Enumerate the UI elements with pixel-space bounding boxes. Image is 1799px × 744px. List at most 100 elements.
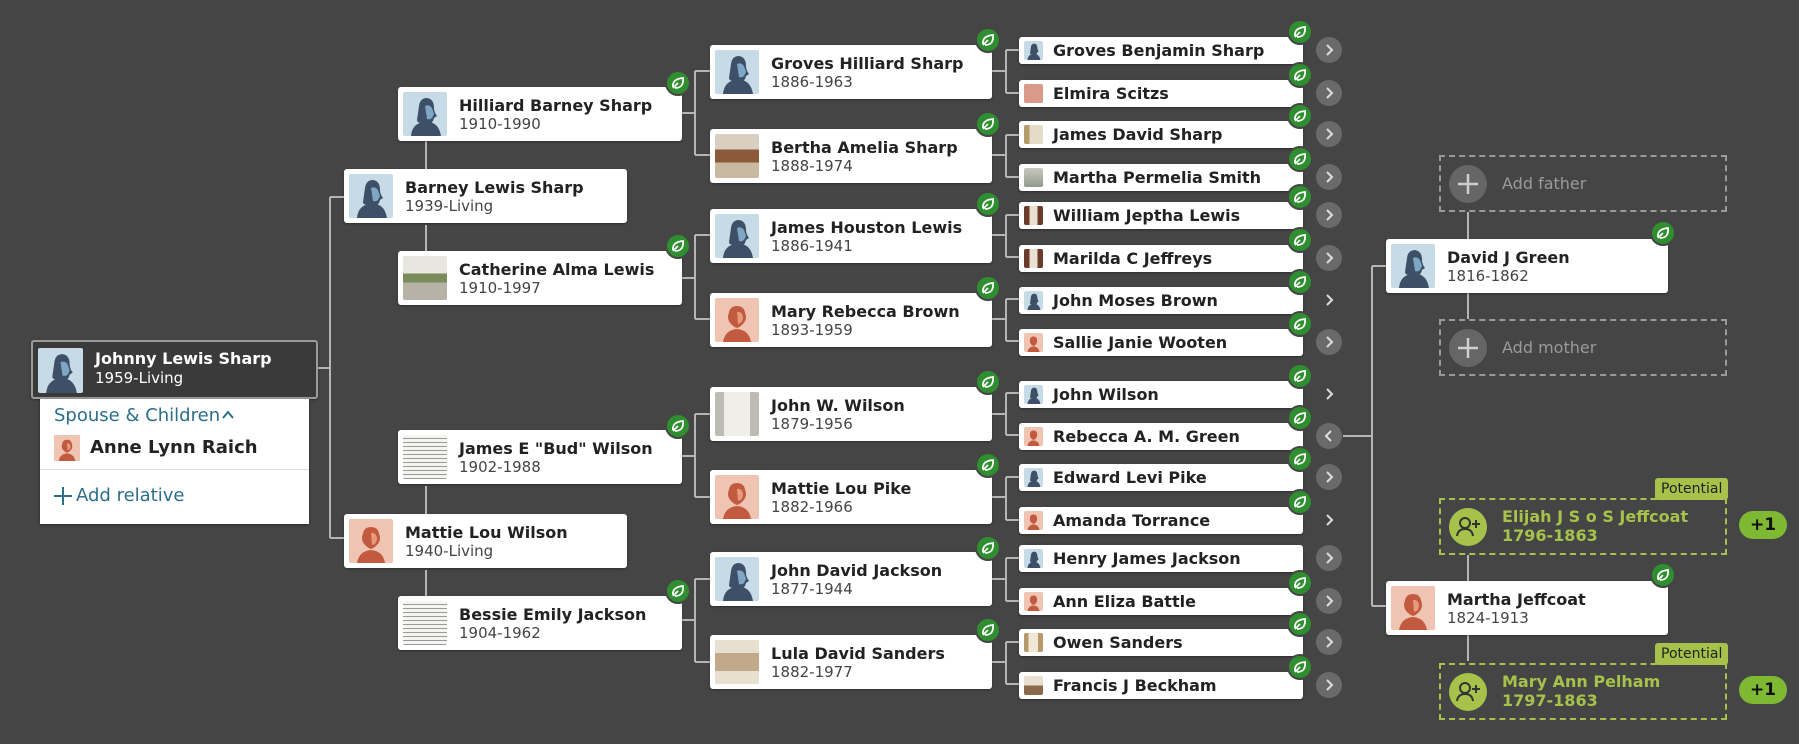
hint-leaf-icon[interactable] [1287, 363, 1313, 389]
grandparent-card[interactable]: James E "Bud" Wilson 1902-1988 [398, 430, 682, 484]
chevron-right-icon[interactable] [1316, 164, 1342, 190]
add-relative-link[interactable]: Add relative [76, 485, 184, 506]
hint-leaf-icon[interactable] [1287, 489, 1313, 515]
ancestor-mother-card[interactable]: Martha Jeffcoat 1824-1913 [1386, 581, 1668, 635]
hint-leaf-icon[interactable] [1650, 220, 1676, 246]
spouse-name[interactable]: Anne Lynn Raich [90, 437, 258, 458]
hint-leaf-icon[interactable] [665, 413, 691, 439]
chevron-right-icon[interactable] [1316, 629, 1342, 655]
add-person-icon [1449, 673, 1487, 711]
hint-leaf-icon[interactable] [975, 617, 1001, 643]
person-name: David J Green [1447, 248, 1570, 267]
gen4-card[interactable]: Owen Sanders [1019, 629, 1303, 656]
chevron-right-icon[interactable] [1316, 672, 1342, 698]
great-grandparent-card[interactable]: Groves Hilliard Sharp 1886-1963 [710, 45, 992, 99]
spouse-children-toggle[interactable]: Spouse & Children [54, 405, 220, 426]
person-name: Catherine Alma Lewis [459, 260, 655, 279]
chevron-right-icon[interactable] [1316, 588, 1342, 614]
hint-leaf-icon[interactable] [975, 452, 1001, 478]
hint-leaf-icon[interactable] [1287, 103, 1313, 129]
potential-mother-card[interactable]: Mary Ann Pelham 1797-1863 [1439, 663, 1727, 720]
gen4-card[interactable]: Amanda Torrance [1019, 507, 1303, 534]
chevron-right-icon[interactable] [1316, 245, 1342, 271]
hint-leaf-icon[interactable] [1287, 269, 1313, 295]
person-name: John W. Wilson [771, 396, 905, 415]
hint-leaf-icon[interactable] [1287, 611, 1313, 637]
great-grandparent-card[interactable]: Mary Rebecca Brown 1893-1959 [710, 293, 992, 347]
great-grandparent-card[interactable]: John David Jackson 1877-1944 [710, 552, 992, 606]
gen4-card[interactable]: Edward Levi Pike [1019, 464, 1303, 491]
chevron-right-icon[interactable] [1316, 80, 1342, 106]
hint-leaf-icon[interactable] [1287, 405, 1313, 431]
hint-leaf-icon[interactable] [1650, 562, 1676, 588]
hint-leaf-icon[interactable] [975, 369, 1001, 395]
gen4-card[interactable]: Henry James Jackson [1019, 545, 1303, 572]
hint-leaf-icon[interactable] [1287, 570, 1313, 596]
gen4-card[interactable]: James David Sharp [1019, 121, 1303, 148]
hint-leaf-icon[interactable] [665, 578, 691, 604]
chevron-right-icon[interactable] [1316, 37, 1342, 63]
person-dates: 1888-1974 [771, 157, 853, 175]
hint-leaf-icon[interactable] [1287, 654, 1313, 680]
person-name: Henry James Jackson [1053, 549, 1241, 568]
grandparent-card[interactable]: Catherine Alma Lewis 1910-1997 [398, 251, 682, 305]
gen4-card[interactable]: Ann Eliza Battle [1019, 588, 1303, 615]
hint-leaf-icon[interactable] [1287, 446, 1313, 472]
hint-leaf-icon[interactable] [975, 111, 1001, 137]
chevron-right-icon[interactable] [1316, 464, 1342, 490]
gen4-card[interactable]: Rebecca A. M. Green [1019, 423, 1303, 450]
chevron-right-icon[interactable] [1316, 381, 1342, 407]
chevron-right-icon[interactable] [1316, 202, 1342, 228]
hint-leaf-icon[interactable] [665, 233, 691, 259]
great-grandparent-card[interactable]: James Houston Lewis 1886-1941 [710, 209, 992, 263]
chevron-right-icon[interactable] [1316, 287, 1342, 313]
potential-father-card[interactable]: Elijah J S o S Jeffcoat 1796-1863 [1439, 498, 1727, 555]
chevron-up-icon[interactable] [220, 407, 236, 423]
hint-leaf-icon[interactable] [975, 27, 1001, 53]
more-potential-badge[interactable]: +1 [1739, 511, 1787, 539]
hint-leaf-icon[interactable] [1287, 311, 1313, 337]
chevron-right-icon[interactable] [1316, 329, 1342, 355]
father-card[interactable]: Barney Lewis Sharp 1939-Living [344, 169, 627, 223]
plus-icon[interactable] [53, 486, 73, 506]
hint-leaf-icon[interactable] [665, 70, 691, 96]
grandparent-card[interactable]: Hilliard Barney Sharp 1910-1990 [398, 87, 682, 141]
mother-card[interactable]: Mattie Lou Wilson 1940-Living [344, 514, 627, 568]
chevron-right-icon[interactable] [1316, 545, 1342, 571]
great-grandparent-card[interactable]: Mattie Lou Pike 1882-1966 [710, 470, 992, 524]
ancestor-father-card[interactable]: David J Green 1816-1862 [1386, 239, 1668, 293]
hint-leaf-icon[interactable] [1287, 146, 1313, 172]
person-name: Martha Permelia Smith [1053, 168, 1262, 187]
photo-thumbnail [1024, 168, 1043, 187]
chevron-left-icon[interactable] [1316, 423, 1342, 449]
more-potential-badge[interactable]: +1 [1739, 676, 1787, 704]
female-silhouette-icon [1024, 427, 1043, 446]
hint-leaf-icon[interactable] [975, 191, 1001, 217]
root-person-card[interactable]: Johnny Lewis Sharp 1959-Living [31, 340, 318, 399]
gen4-card[interactable]: John Moses Brown [1019, 287, 1303, 314]
hint-leaf-icon[interactable] [1287, 62, 1313, 88]
chevron-right-icon[interactable] [1316, 507, 1342, 533]
photo-thumbnail [1024, 249, 1043, 268]
chevron-right-icon[interactable] [1316, 121, 1342, 147]
add-father-button[interactable]: Add father [1439, 155, 1727, 212]
gen4-card[interactable]: Martha Permelia Smith [1019, 164, 1303, 191]
gen4-card[interactable]: Marilda C Jeffreys [1019, 245, 1303, 272]
hint-leaf-icon[interactable] [975, 275, 1001, 301]
male-silhouette-icon [1024, 385, 1043, 404]
gen4-card[interactable]: Sallie Janie Wooten [1019, 329, 1303, 356]
great-grandparent-card[interactable]: Bertha Amelia Sharp 1888-1974 [710, 129, 992, 183]
gen4-card[interactable]: Elmira Scitzs [1019, 80, 1303, 107]
grandparent-card[interactable]: Bessie Emily Jackson 1904-1962 [398, 596, 682, 650]
gen4-card[interactable]: William Jeptha Lewis [1019, 202, 1303, 229]
great-grandparent-card[interactable]: John W. Wilson 1879-1956 [710, 387, 992, 441]
great-grandparent-card[interactable]: Lula David Sanders 1882-1977 [710, 635, 992, 689]
add-mother-button[interactable]: Add mother [1439, 319, 1727, 376]
gen4-card[interactable]: Groves Benjamin Sharp [1019, 37, 1303, 64]
hint-leaf-icon[interactable] [1287, 19, 1313, 45]
gen4-card[interactable]: John Wilson [1019, 381, 1303, 408]
gen4-card[interactable]: Francis J Beckham [1019, 672, 1303, 699]
hint-leaf-icon[interactable] [1287, 184, 1313, 210]
hint-leaf-icon[interactable] [975, 535, 1001, 561]
hint-leaf-icon[interactable] [1287, 227, 1313, 253]
